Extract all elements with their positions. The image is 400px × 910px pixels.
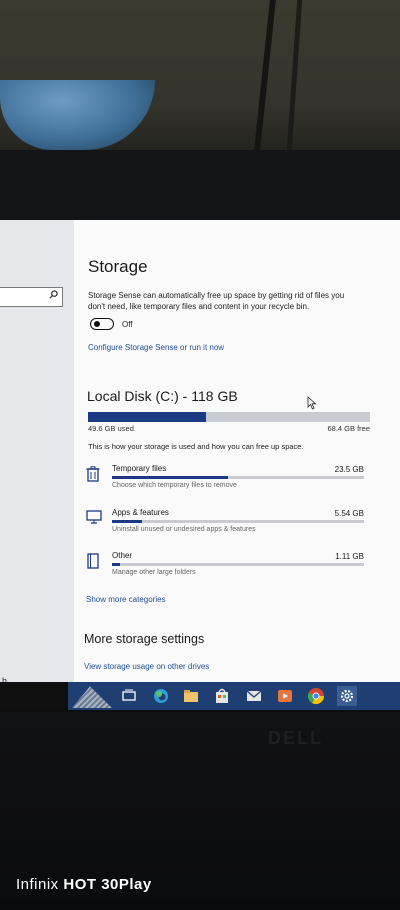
more-storage-settings-heading: More storage settings <box>84 632 205 646</box>
chrome-icon[interactable] <box>306 686 326 706</box>
category-usage-bar <box>112 563 364 566</box>
category-usage-fill <box>112 520 143 523</box>
edge-icon[interactable] <box>151 686 171 706</box>
storage-sense-description: Storage Sense can automatically free up … <box>88 291 345 311</box>
search-icon <box>49 290 58 302</box>
find-setting-search-box[interactable] <box>0 287 63 307</box>
category-usage-bar <box>112 476 364 479</box>
view-other-drives-link[interactable]: View storage usage on other drives <box>84 662 209 671</box>
trash-icon <box>86 466 102 482</box>
category-name: Apps & features <box>112 508 169 517</box>
category-name: Temporary files <box>112 464 167 473</box>
file-explorer-icon[interactable] <box>181 686 201 706</box>
monitor-icon <box>86 510 102 526</box>
media-player-icon[interactable] <box>275 686 295 706</box>
page-title: Storage <box>88 257 148 276</box>
monitor-logo: DELL <box>268 728 323 748</box>
toggle-knob <box>94 321 100 327</box>
folder-icon <box>86 553 102 569</box>
watermark-brand: Infinix <box>16 876 59 893</box>
watermark-model: HOT 30Play <box>63 876 152 893</box>
disk-free-label: 68.4 GB free <box>327 424 370 433</box>
configure-storage-sense-link[interactable]: Configure Storage Sense or run it now <box>88 343 224 352</box>
disk-title: Local Disk (C:) - 118 GB <box>87 388 238 404</box>
store-icon[interactable] <box>212 686 232 706</box>
settings-nav-pane: h <box>0 220 74 686</box>
category-description: Manage other large folders <box>112 569 196 576</box>
category-usage-fill <box>112 476 228 479</box>
mail-icon[interactable] <box>244 686 264 706</box>
storage-page: Storage Storage Sense can automatically … <box>74 220 400 682</box>
task-view-icon[interactable] <box>119 686 139 706</box>
disk-usage-bar <box>88 412 370 422</box>
category-other[interactable]: Other 1.11 GB Manage other large folders <box>86 551 364 591</box>
toggle-state-label: Off <box>122 320 133 329</box>
usage-explanation: This is how your storage is used and how… <box>88 442 304 451</box>
settings-icon[interactable] <box>337 686 357 706</box>
category-usage-bar <box>112 520 364 523</box>
taskbar-thumbnail <box>72 686 112 708</box>
mouse-cursor-icon <box>307 396 317 415</box>
monitor-screen: h Storage Storage Sense can automaticall… <box>0 220 400 710</box>
category-description: Uninstall unused or undesired apps & fea… <box>112 526 256 533</box>
storage-sense-toggle[interactable] <box>90 318 114 330</box>
category-size: 1.11 GB <box>335 552 364 561</box>
taskbar-search-area[interactable] <box>0 682 68 710</box>
category-description: Choose which temporary files to remove <box>112 482 237 489</box>
monitor-bezel-top <box>0 150 400 222</box>
category-size: 23.5 GB <box>334 465 364 474</box>
category-temporary-files[interactable]: Temporary files 23.5 GB Choose which tem… <box>86 464 364 504</box>
category-size: 5.54 GB <box>334 509 364 518</box>
show-more-categories-link[interactable]: Show more categories <box>86 595 166 604</box>
disk-usage-fill <box>88 412 207 422</box>
camera-watermark: Infinix HOT 30Play <box>16 876 152 893</box>
category-apps-features[interactable]: Apps & features 5.54 GB Uninstall unused… <box>86 508 364 548</box>
category-usage-fill <box>112 563 120 566</box>
taskbar <box>0 682 400 710</box>
category-name: Other <box>112 551 133 560</box>
disk-used-label: 49.6 GB used <box>88 424 134 433</box>
